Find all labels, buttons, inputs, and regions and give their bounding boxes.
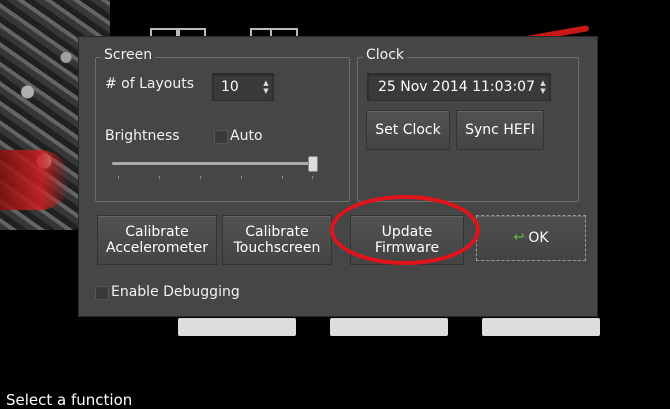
background-button <box>330 318 448 336</box>
background-button <box>482 318 600 336</box>
background-button <box>178 318 296 336</box>
datetime-value: 25 Nov 2014 11:03:07 <box>378 79 535 95</box>
enable-debugging-label: Enable Debugging <box>111 284 240 300</box>
slider-tick <box>200 176 201 179</box>
checkmark-icon: ↩ <box>513 230 525 245</box>
ok-button[interactable]: ↩ OK <box>476 215 586 261</box>
ok-label: OK <box>528 230 549 246</box>
layouts-label: # of Layouts <box>105 76 195 92</box>
slider-tick <box>159 176 160 179</box>
spin-arrows-icon[interactable]: ▲ ▼ <box>536 74 550 100</box>
update-fw-line1: Update <box>381 224 433 240</box>
calibrate-accel-line1: Calibrate <box>125 224 189 240</box>
set-clock-button[interactable]: Set Clock <box>366 110 450 150</box>
layouts-value: 10 <box>221 79 239 95</box>
datetime-spinbox[interactable]: 25 Nov 2014 11:03:07 ▲ ▼ <box>367 73 551 101</box>
calibrate-touch-line1: Calibrate <box>245 224 309 240</box>
auto-brightness-label: Auto <box>230 128 263 144</box>
sync-hefi-label: Sync HEFI <box>465 122 535 138</box>
update-fw-line2: Firmware <box>374 240 440 256</box>
clock-group-title: Clock <box>363 47 408 63</box>
auto-brightness-checkbox[interactable] <box>214 130 228 144</box>
engine-photo-accent <box>0 150 70 210</box>
calibrate-touchscreen-button[interactable]: Calibrate Touchscreen <box>222 215 332 265</box>
brightness-slider[interactable] <box>112 162 314 165</box>
spin-arrows-icon[interactable]: ▲ ▼ <box>259 74 273 100</box>
slider-tick <box>282 176 283 179</box>
slider-tick <box>118 176 119 179</box>
enable-debugging-checkbox[interactable] <box>95 286 109 300</box>
calibrate-accelerometer-button[interactable]: Calibrate Accelerometer <box>97 215 217 265</box>
update-firmware-button[interactable]: Update Firmware <box>350 215 464 265</box>
sync-hefi-button[interactable]: Sync HEFI <box>456 110 544 150</box>
layouts-spinbox[interactable]: 10 ▲ ▼ <box>212 73 274 101</box>
set-clock-label: Set Clock <box>375 122 441 138</box>
status-text: Select a function <box>6 391 133 409</box>
slider-tick <box>241 176 242 179</box>
calibrate-accel-line2: Accelerometer <box>106 240 208 256</box>
calibrate-touch-line2: Touchscreen <box>233 240 321 256</box>
settings-dialog: Screen # of Layouts 10 ▲ ▼ Brightness Aut… <box>79 37 597 316</box>
brightness-label: Brightness <box>105 128 180 144</box>
brightness-slider-handle[interactable] <box>308 156 318 172</box>
screen-group-title: Screen <box>101 47 156 63</box>
slider-tick <box>312 176 313 179</box>
